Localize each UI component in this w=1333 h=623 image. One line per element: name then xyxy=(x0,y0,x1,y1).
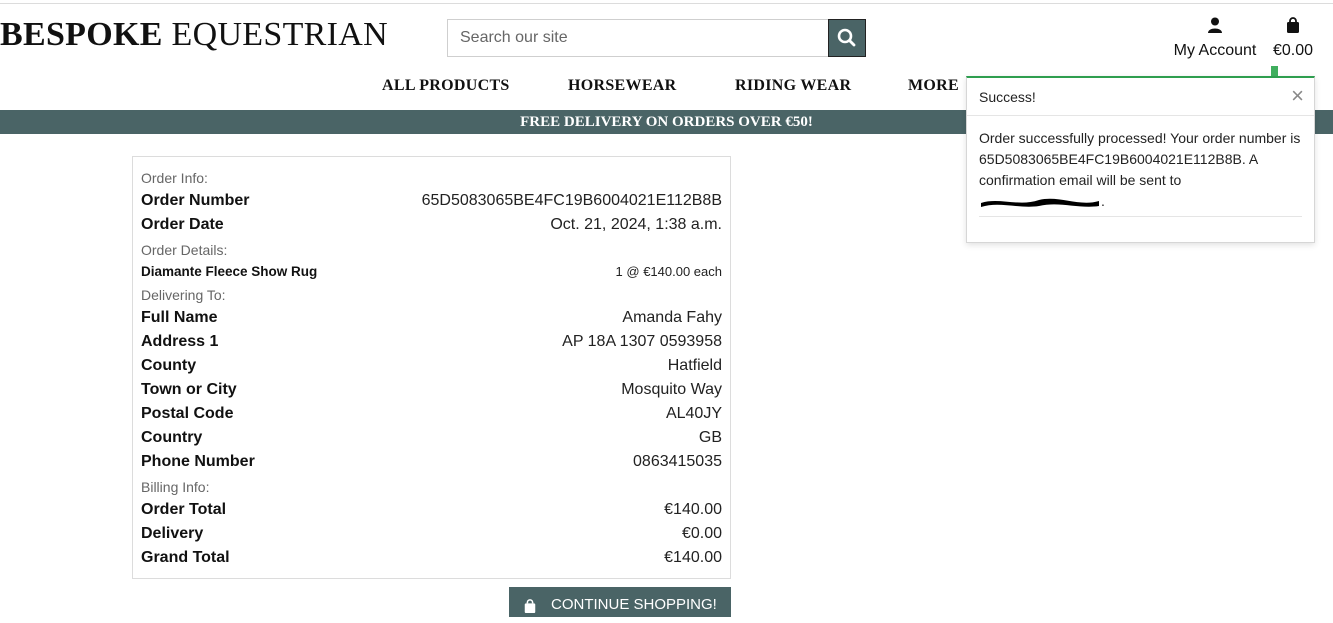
search-button[interactable] xyxy=(828,19,866,57)
order-date-row: Order Date Oct. 21, 2024, 1:38 a.m. xyxy=(141,216,722,234)
delivery-row: Country GB xyxy=(141,429,722,447)
billing-row: Delivery €0.00 xyxy=(141,525,722,543)
order-total-value: €140.00 xyxy=(664,501,722,518)
top-divider xyxy=(0,3,1333,4)
phone-label: Phone Number xyxy=(141,453,255,470)
bag-total: €0.00 xyxy=(1272,42,1314,59)
delivery-value: €0.00 xyxy=(681,525,722,542)
billing-row: Order Total €140.00 xyxy=(141,501,722,519)
order-total-label: Order Total xyxy=(141,501,227,518)
delivery-row: Address 1 AP 18A 1307 0593958 xyxy=(141,333,722,351)
address1-label: Address 1 xyxy=(141,333,219,350)
county-value: Hatfield xyxy=(667,357,722,374)
search-form xyxy=(447,19,866,57)
country-value: GB xyxy=(698,429,722,446)
continue-shopping-button[interactable]: CONTINUE SHOPPING! xyxy=(509,587,731,617)
shopping-bag-icon xyxy=(1287,17,1299,33)
phone-value: 0863415035 xyxy=(633,453,722,470)
order-number-label: Order Number xyxy=(141,192,250,209)
billing-row: Grand Total €140.00 xyxy=(141,549,722,567)
nav-more[interactable]: MORE xyxy=(908,77,959,95)
user-icon xyxy=(1208,17,1222,33)
postal-code-value: AL40JY xyxy=(665,405,722,422)
success-toast: Success! × Order successfully processed!… xyxy=(966,66,1315,243)
county-label: County xyxy=(141,357,197,374)
address1-value: AP 18A 1307 0593958 xyxy=(562,333,722,350)
toast-header: Success! xyxy=(967,78,1314,116)
nav-riding-wear[interactable]: RIDING WEAR xyxy=(735,77,851,95)
section-billing-info: Billing Info: xyxy=(141,479,210,495)
town-label: Town or City xyxy=(141,381,237,398)
site-logo[interactable]: BESPOKE EQUESTRIAN xyxy=(0,16,388,54)
item-qty-price: 1 @ €140.00 each xyxy=(615,264,722,279)
logo-bold: BESPOKE xyxy=(0,16,163,53)
delivery-label: Delivery xyxy=(141,525,204,542)
nav-all-products[interactable]: ALL PRODUCTS xyxy=(382,77,510,95)
delivery-row: County Hatfield xyxy=(141,357,722,375)
shopping-bag-link[interactable]: €0.00 xyxy=(1268,17,1318,60)
search-icon xyxy=(837,28,856,47)
toast-body: Order successfully processed! Your order… xyxy=(967,116,1314,212)
item-name: Diamante Fleece Show Rug xyxy=(141,264,318,279)
section-order-info: Order Info: xyxy=(141,170,208,186)
delivery-row: Full Name Amanda Fahy xyxy=(141,309,722,327)
search-input[interactable] xyxy=(447,19,828,57)
full-name-value: Amanda Fahy xyxy=(622,309,722,326)
toast-divider xyxy=(979,216,1302,217)
order-number-value: 65D5083065BE4FC19B6004021E112B8B xyxy=(421,192,722,209)
order-date-label: Order Date xyxy=(141,216,224,233)
grand-total-label: Grand Total xyxy=(141,549,230,566)
my-account-link[interactable]: My Account xyxy=(1167,17,1263,60)
close-icon[interactable]: × xyxy=(1291,84,1304,108)
section-order-details: Order Details: xyxy=(141,242,228,258)
redacted-email xyxy=(981,199,1099,208)
shopping-bag-icon xyxy=(524,599,536,613)
postal-code-label: Postal Code xyxy=(141,405,234,422)
order-summary-card: Order Info: Order Number 65D5083065BE4FC… xyxy=(132,156,731,579)
order-item-row: Diamante Fleece Show Rug 1 @ €140.00 eac… xyxy=(141,264,722,279)
full-name-label: Full Name xyxy=(141,309,218,326)
section-delivering-to: Delivering To: xyxy=(141,287,226,303)
delivery-row: Phone Number 0863415035 xyxy=(141,453,722,471)
toast-message: Order successfully processed! Your order… xyxy=(979,130,1301,188)
town-value: Mosquito Way xyxy=(621,381,722,398)
my-account-label: My Account xyxy=(1173,42,1257,59)
order-number-row: Order Number 65D5083065BE4FC19B6004021E1… xyxy=(141,192,722,210)
toast-arrow xyxy=(1271,66,1278,76)
delivery-row: Town or City Mosquito Way xyxy=(141,381,722,399)
logo-rest: EQUESTRIAN xyxy=(162,16,388,53)
toast-message-end: . xyxy=(1101,193,1105,209)
continue-shopping-label: CONTINUE SHOPPING! xyxy=(551,596,717,613)
delivery-row: Postal Code AL40JY xyxy=(141,405,722,423)
toast-title: Success! xyxy=(979,89,1036,105)
country-label: Country xyxy=(141,429,203,446)
grand-total-value: €140.00 xyxy=(664,549,722,566)
order-date-value: Oct. 21, 2024, 1:38 a.m. xyxy=(550,216,722,233)
nav-horsewear[interactable]: HORSEWEAR xyxy=(568,77,677,95)
